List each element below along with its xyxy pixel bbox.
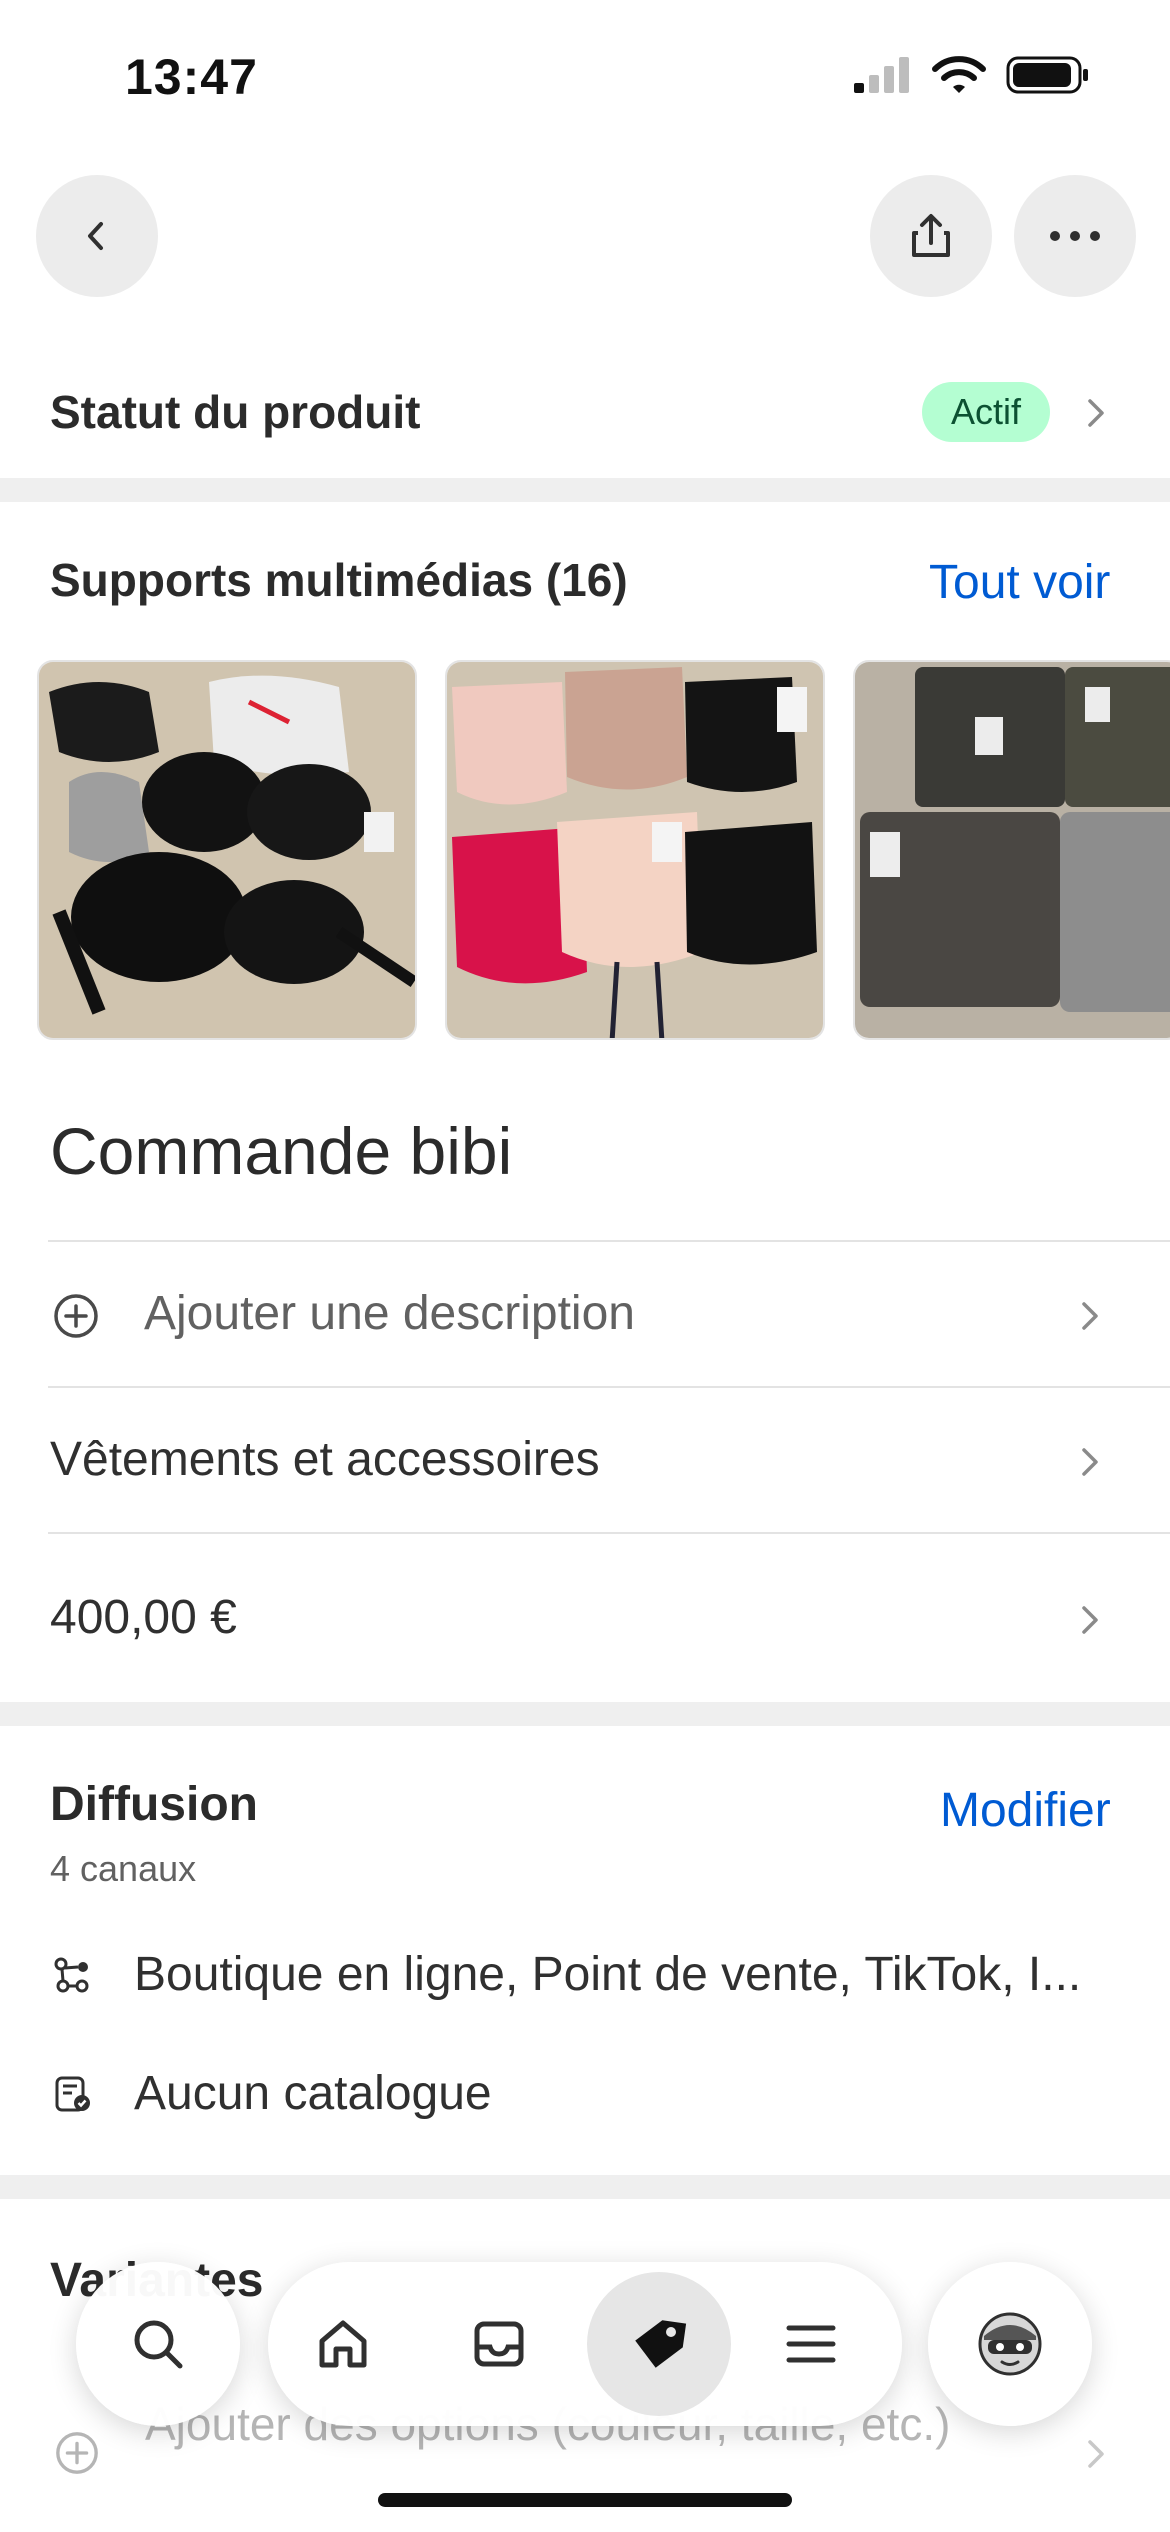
edit-distribution-link[interactable]: Modifier [940,1783,1111,1838]
section-divider [0,2175,1170,2199]
chevron-right-icon [1082,1302,1098,1330]
status-icons [852,55,1090,95]
share-icon [912,214,950,257]
media-section-title: Supports multimédias (16) [50,554,628,606]
catalog-label: Aucun catalogue [134,2067,492,2120]
home-icon [319,2320,367,2368]
product-title[interactable]: Commande bibi [50,1113,512,1189]
section-divider [0,1702,1170,1726]
back-button[interactable] [36,175,158,297]
distribution-title: Diffusion [50,1778,258,1831]
chevron-right-icon [1088,2440,1104,2468]
bottom-nav [268,2262,902,2426]
section-divider [0,478,1170,502]
add-description-label: Ajouter une description [144,1287,635,1340]
category-row[interactable]: Vêtements et accessoires [48,1386,1170,1532]
tag-icon [635,2320,687,2368]
distribution-subtitle: 4 canaux [50,1848,197,1889]
lingerie-photo-2 [447,662,823,1038]
plus-circle-icon [56,2432,98,2474]
top-bar [0,175,1170,297]
catalog-row[interactable]: Aucun catalogue [50,2066,492,2121]
price-value: 400,00 € [50,1591,237,1644]
status-time: 13:47 [125,49,258,105]
channels-label: Boutique en ligne, Point de vente, TikTo… [134,1948,1082,2001]
inbox-icon [474,2321,524,2367]
lingerie-photo-1 [39,662,415,1038]
add-description-row[interactable]: Ajouter une description [48,1240,1170,1386]
share-button[interactable] [870,175,992,297]
nav-home[interactable] [268,2262,418,2426]
chevron-left-icon [88,222,103,250]
assistant-nav-button[interactable] [928,2262,1092,2426]
wifi-icon [932,56,986,93]
nav-inbox[interactable] [424,2262,574,2426]
nav-products[interactable] [584,2262,734,2426]
media-thumbnail-1[interactable] [37,660,417,1040]
channels-icon [54,1957,89,1992]
media-thumbnail-3[interactable] [853,660,1170,1040]
menu-icon [786,2325,836,2363]
chevron-right-icon [1088,399,1104,427]
nav-menu[interactable] [736,2262,886,2426]
see-all-link[interactable]: Tout voir [929,555,1110,610]
chevron-right-icon [1082,1606,1098,1634]
home-indicator [378,2493,792,2507]
price-row[interactable]: 400,00 € [48,1532,1170,1702]
category-label: Vêtements et accessoires [50,1433,600,1486]
catalog-icon [55,2076,90,2111]
product-status-label: Statut du produit [50,386,421,438]
status-bar: 13:47 [0,0,1170,150]
lingerie-photo-3 [855,662,1170,1038]
chevron-right-icon [1082,1448,1098,1476]
status-badge: Actif [922,382,1050,442]
channels-row[interactable]: Boutique en ligne, Point de vente, TikTo… [50,1947,1081,2002]
more-horizontal-icon [1050,231,1100,241]
media-thumbnail-2[interactable] [445,660,825,1040]
search-icon [134,2320,183,2369]
more-button[interactable] [1014,175,1136,297]
cellular-signal-icon [854,57,909,93]
battery-icon [1006,56,1088,94]
search-nav-button[interactable] [76,2262,240,2426]
plus-circle-icon [54,1294,98,1338]
avatar-icon [978,2312,1042,2376]
